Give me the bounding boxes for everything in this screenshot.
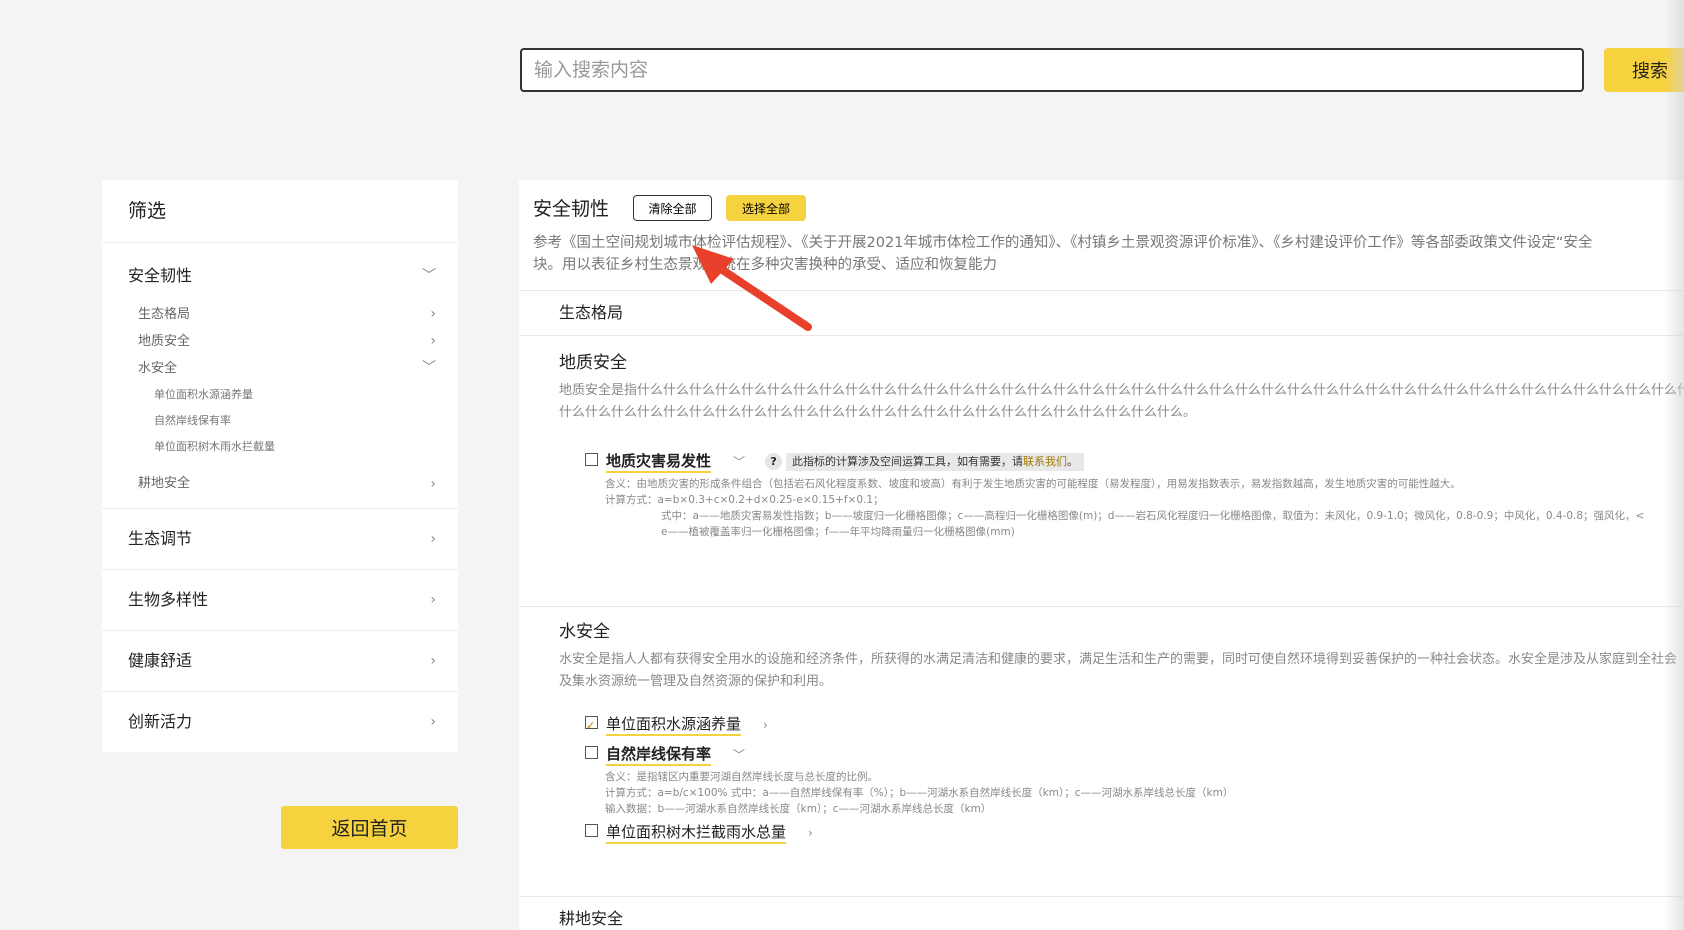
contact-link[interactable]: 联系我们 — [1023, 455, 1067, 468]
tooltip: 此指标的计算涉及空间运算工具，如有需要，请联系我们。 — [786, 452, 1085, 471]
subsection-eco-title: 生态格局 — [519, 291, 1684, 336]
filter-sub-label: 水安全 — [138, 361, 178, 376]
filter-group-header[interactable]: 健康舒适 › — [102, 631, 458, 691]
filter-group-header[interactable]: 生物多样性 › — [102, 570, 458, 630]
filter-group-label: 生物多样性 — [128, 590, 209, 609]
filter-item-rain-interception[interactable]: 单位面积树木雨水拦截量 — [102, 434, 458, 460]
filter-sub-eco[interactable]: 生态格局 › — [102, 301, 458, 328]
subsection-description: 水安全是指人人都有获得安全用水的设施和经济条件，所获得的水满足清洁和健康的要求，… — [559, 649, 1684, 693]
tooltip-text: 此指标的计算涉及空间运算工具，如有需要，请 — [792, 454, 1024, 468]
chevron-down-icon[interactable]: ﹀ — [733, 748, 745, 762]
subsection-geo: 地质安全 地质安全是指什么什么什么什么什么什么什么什么什么什么什么什么什么什么什… — [519, 336, 1684, 607]
main-panel: 安全韧性 清除全部 选择全部 参考《国土空间规划城市体检评估规程》、《关于开展2… — [519, 180, 1684, 930]
section-desc-line: 参考《国土空间规划城市体检评估规程》、《关于开展2021年城市体检工作的通知》、… — [533, 235, 1593, 251]
indicator-name[interactable]: 自然岸线保有率 — [606, 745, 712, 766]
detail-line: 式中：a——地质灾害易发性指数；b——坡度归一化栅格图像；c——高程归一化栅格图… — [661, 510, 1645, 522]
indicator-checkbox[interactable] — [585, 824, 598, 837]
section-header: 安全韧性 清除全部 选择全部 参考《国土空间规划城市体检评估规程》、《关于开展2… — [519, 180, 1684, 291]
filter-group-label: 生态调节 — [128, 529, 193, 548]
filter-group-safety: 安全韧性 ﹀ 生态格局 › 地质安全 › 水安全 ﹀ 单位面积水源涵养量 自然岸… — [102, 243, 458, 509]
chevron-right-icon: › — [430, 476, 436, 492]
search-button[interactable]: 搜索 — [1604, 48, 1684, 92]
subsection-farmland-title: 耕地安全 — [559, 909, 624, 928]
select-all-button[interactable]: 选择全部 — [726, 195, 806, 221]
indicator-detail: 含义：是指辖区内重要河湖自然岸线长度与总长度的比例。 计算方式：a=b/c×10… — [605, 769, 1684, 817]
filter-item-shoreline[interactable]: 自然岸线保有率 — [102, 408, 458, 434]
section-title: 安全韧性 — [533, 198, 610, 220]
indicator-checkbox-checked[interactable] — [585, 711, 598, 741]
filter-sidebar: 筛选 安全韧性 ﹀ 生态格局 › 地质安全 › 水安全 ﹀ 单位面积水源涵养量 … — [102, 180, 458, 752]
filter-sub-label: 地质安全 — [138, 334, 191, 349]
indicator-geohazard: 地质灾害易发性 ﹀? 此指标的计算涉及空间运算工具，如有需要，请联系我们。 — [585, 446, 1684, 476]
filter-group-header[interactable]: 生态调节 › — [102, 509, 458, 569]
subsection-title: 地质安全 — [559, 353, 627, 373]
indicator-name[interactable]: 单位面积水源涵养量 — [606, 715, 742, 736]
filter-group-safety-header[interactable]: 安全韧性 ﹀ — [102, 243, 458, 301]
indicator-shoreline: 自然岸线保有率 ﹀ — [585, 739, 1684, 769]
chevron-down-icon[interactable]: ﹀ — [733, 455, 745, 469]
subsection-title: 水安全 — [559, 622, 610, 642]
chevron-right-icon: › — [430, 531, 436, 547]
desc-line: 地质安全是指什么什么什么什么什么什么什么什么什么什么什么什么什么什么什么什么什么… — [559, 383, 1684, 398]
search-input[interactable] — [520, 48, 1584, 92]
chevron-right-icon[interactable]: › — [763, 718, 768, 732]
filter-group-label: 安全韧性 — [128, 266, 193, 285]
help-icon[interactable]: ? — [765, 453, 783, 470]
indicator-name[interactable]: 单位面积树木拦截雨水总量 — [606, 823, 787, 844]
subsection-water: 水安全 水安全是指人人都有获得安全用水的设施和经济条件，所获得的水满足清洁和健康… — [519, 607, 1684, 897]
filter-group-label: 健康舒适 — [128, 651, 193, 670]
back-home-button[interactable]: 返回首页 — [281, 806, 458, 849]
chevron-right-icon[interactable]: › — [808, 826, 813, 840]
chevron-down-icon: ﹀ — [422, 268, 436, 284]
indicator-checkbox[interactable] — [585, 746, 598, 759]
detail-line: e——植被覆盖率归一化栅格图像；f——年平均降雨量归一化栅格图像(mm) — [661, 526, 1015, 538]
filter-item-water-conservation[interactable]: 单位面积水源涵养量 — [102, 382, 458, 408]
filter-group-health: 健康舒适 › — [102, 631, 458, 692]
chevron-right-icon: › — [430, 306, 436, 322]
filter-sub-geo[interactable]: 地质安全 › — [102, 328, 458, 355]
section-description: 参考《国土空间规划城市体检评估规程》、《关于开展2021年城市体检工作的通知》、… — [533, 232, 1684, 276]
detail-line: 计算方式：a=b/c×100% 式中：a——自然岸线保有率（%）；b——河湖水系… — [605, 787, 1234, 799]
detail-line: 输入数据：b——河湖水系自然岸线长度（km）；c——河湖水系岸线总长度（km） — [605, 803, 992, 815]
clear-all-button[interactable]: 清除全部 — [633, 195, 712, 221]
indicator-detail: 含义：由地质灾害的形成条件组合（包括岩石风化程度系数、坡度和坡高）有利于发生地质… — [605, 476, 1684, 540]
desc-line: 水安全是指人人都有获得安全用水的设施和经济条件，所获得的水满足清洁和健康的要求，… — [559, 652, 1678, 667]
chevron-right-icon: › — [430, 653, 436, 669]
filter-group-biodiversity: 生物多样性 › — [102, 570, 458, 631]
desc-line: 什么什么什么什么什么什么什么什么什么什么什么什么什么什么什么什么什么什么什么什么… — [559, 405, 1197, 420]
search-bar — [520, 48, 1584, 92]
indicator-rain-interception: 单位面积树木拦截雨水总量 › — [585, 817, 1684, 847]
filter-sub-farmland[interactable]: 耕地安全 › — [102, 466, 458, 502]
detail-line: 含义：是指辖区内重要河湖自然岸线长度与总长度的比例。 — [605, 771, 878, 783]
chevron-down-icon: ﹀ — [422, 360, 436, 376]
filter-sub-water[interactable]: 水安全 ﹀ — [102, 355, 458, 382]
filter-group-label: 创新活力 — [128, 712, 193, 731]
indicator-water-conservation: 单位面积水源涵养量 › — [585, 709, 1684, 741]
desc-line: 及集水资源统一管理及自然资源的保护和利用。 — [559, 674, 833, 689]
section-desc-line: 块。用以表征乡村生态景观系统在多种灾害换种的承受、适应和恢复能力 — [533, 257, 997, 273]
indicator-checkbox[interactable] — [585, 453, 598, 466]
indicator-name[interactable]: 地质灾害易发性 — [606, 452, 712, 473]
tooltip-suffix: 。 — [1067, 454, 1079, 468]
chevron-right-icon: › — [430, 333, 436, 349]
filter-sub-label: 耕地安全 — [138, 476, 191, 491]
chevron-right-icon: › — [430, 714, 436, 730]
subsection-description: 地质安全是指什么什么什么什么什么什么什么什么什么什么什么什么什么什么什么什么什么… — [559, 380, 1684, 424]
filter-sub-label: 生态格局 — [138, 307, 191, 322]
filter-title: 筛选 — [102, 180, 458, 243]
detail-line: 含义：由地质灾害的形成条件组合（包括岩石风化程度系数、坡度和坡高）有利于发生地质… — [605, 478, 1461, 490]
chevron-right-icon: › — [430, 592, 436, 608]
filter-group-eco-regulation: 生态调节 › — [102, 509, 458, 570]
filter-group-header[interactable]: 创新活力 › — [102, 692, 458, 752]
detail-line: 计算方式：a=b×0.3+c×0.2+d×0.25-e×0.15+f×0.1； — [605, 494, 884, 506]
filter-group-innovation: 创新活力 › — [102, 692, 458, 752]
